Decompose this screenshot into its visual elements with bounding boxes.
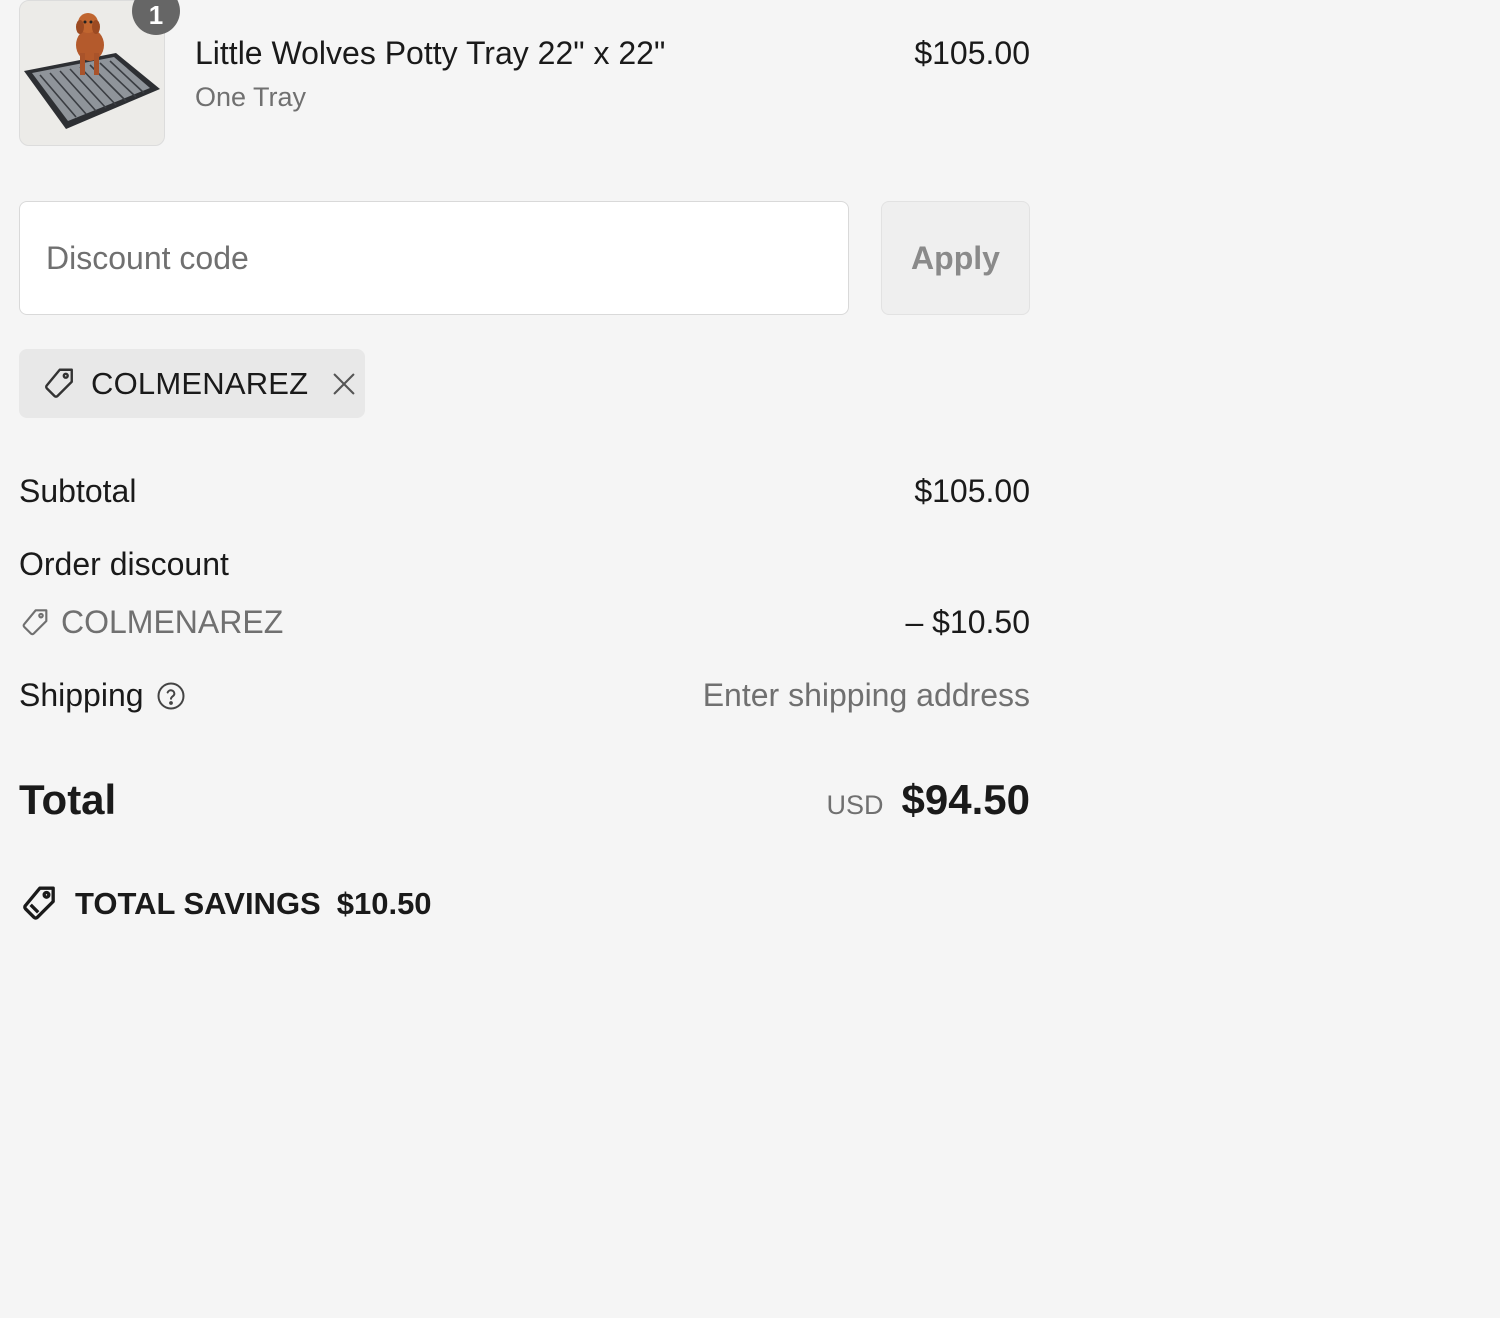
order-summary: 1 Little Wolves Potty Tray 22" x 22" One…: [19, 0, 1030, 921]
total-amount: $94.50: [901, 776, 1030, 823]
total-savings-amount: $10.50: [336, 886, 432, 921]
discount-code-input[interactable]: [19, 201, 849, 315]
tag-icon: [22, 608, 48, 635]
total-label: Total: [19, 776, 117, 823]
subtotal-label: Subtotal: [19, 473, 137, 509]
currency-code: USD: [826, 790, 884, 820]
line-item: 1 Little Wolves Potty Tray 22" x 22" One…: [19, 0, 1030, 146]
apply-button[interactable]: Apply: [881, 201, 1030, 315]
applied-discount-chip: COLMENAREZ: [19, 349, 365, 418]
close-icon[interactable]: [330, 370, 358, 398]
applied-discount-code: COLMENAREZ: [91, 365, 309, 401]
shipping-label: Shipping: [19, 677, 144, 713]
product-price: $105.00: [914, 35, 1030, 71]
help-icon[interactable]: [156, 681, 186, 711]
product-variant: One Tray: [195, 82, 307, 112]
product-title: Little Wolves Potty Tray 22" x 22": [195, 35, 666, 71]
order-discount-label: Order discount: [19, 546, 229, 582]
discount-code-name: COLMENAREZ: [61, 604, 284, 640]
tag-icon: [45, 368, 73, 398]
total-savings-label: TOTAL SAVINGS: [75, 886, 321, 921]
discount-value: – $10.50: [905, 604, 1030, 640]
total-savings: TOTAL SAVINGS $10.50: [19, 884, 432, 924]
shipping-value: Enter shipping address: [702, 677, 1030, 713]
product-thumbnail: 1: [19, 0, 180, 146]
discount-form: Apply: [19, 201, 1030, 315]
tag-icon: [23, 886, 55, 920]
subtotal-value: $105.00: [914, 473, 1030, 509]
